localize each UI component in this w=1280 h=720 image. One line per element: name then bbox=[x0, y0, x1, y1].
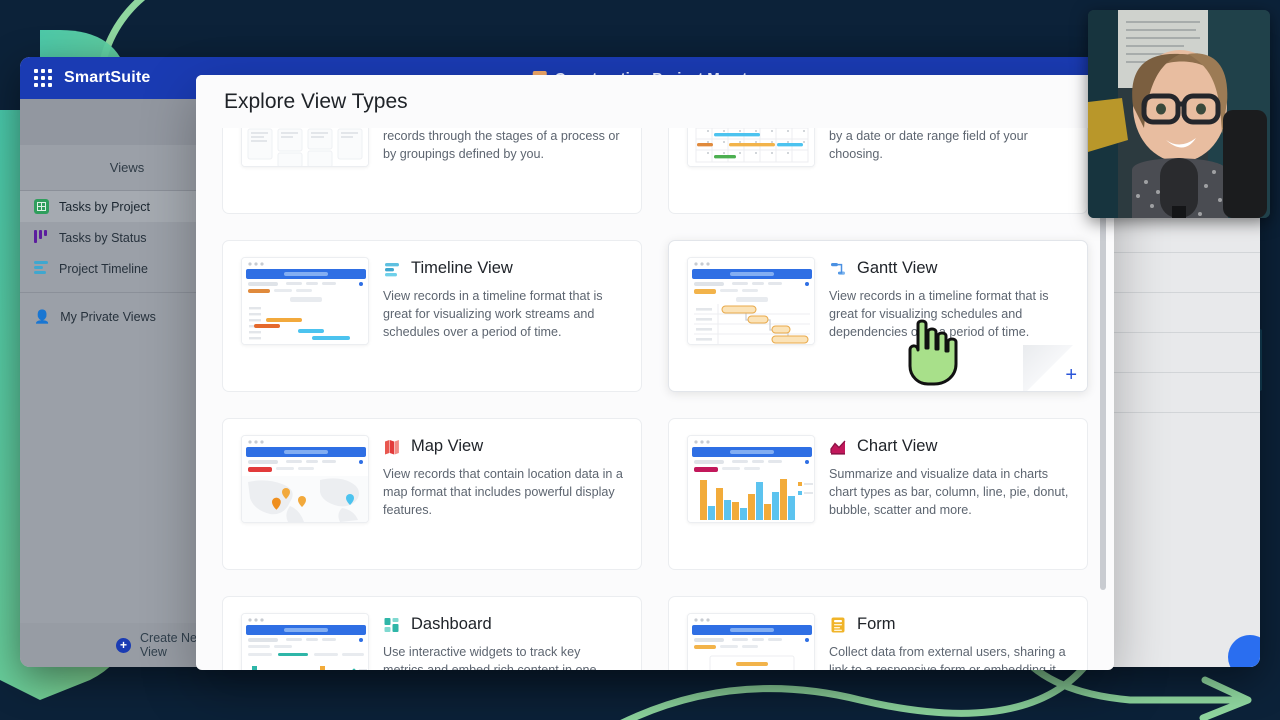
thumbnail-svg bbox=[242, 614, 368, 670]
kanban-thumbnail bbox=[241, 128, 369, 167]
view-type-card-kanban[interactable]: Kanban ViewKanban views are great for tr… bbox=[222, 128, 642, 214]
view-type-title: Timeline View bbox=[411, 259, 513, 277]
view-type-card-form[interactable]: Form Collect data from external users, sh… bbox=[668, 596, 1088, 670]
explore-view-types-modal: Explore View Types Kanban ViewKanban vie… bbox=[196, 75, 1114, 670]
modal-scroll-area[interactable]: Kanban ViewKanban views are great for tr… bbox=[196, 128, 1114, 670]
timeline-view-icon bbox=[34, 261, 49, 276]
view-type-card-grid: Kanban ViewKanban views are great for tr… bbox=[222, 128, 1088, 670]
view-type-card-dashboard[interactable]: Dashboard Use interactive widgets to trac… bbox=[222, 596, 642, 670]
view-type-description: Use interactive widgets to track key met… bbox=[383, 645, 597, 670]
view-type-card-timeline[interactable]: Timeline View View records in a timeline … bbox=[222, 240, 642, 392]
view-type-description: Collect data from external users, sharin… bbox=[829, 645, 1066, 670]
sidebar-item-label: Project Timeline bbox=[59, 261, 148, 276]
view-type-description: View records in a calendar format, sorte… bbox=[829, 128, 1028, 161]
thumbnail-svg bbox=[688, 258, 814, 344]
view-type-title: Dashboard bbox=[411, 615, 492, 633]
thumbnail-svg bbox=[242, 436, 368, 522]
map-thumbnail bbox=[241, 435, 369, 523]
grid-view-icon bbox=[34, 199, 49, 214]
thumbnail-svg bbox=[242, 258, 368, 344]
vertical-scrollbar[interactable] bbox=[1100, 200, 1106, 590]
form-thumbnail bbox=[687, 613, 815, 670]
timeline-thumbnail bbox=[241, 257, 369, 345]
view-type-title: Map View bbox=[411, 437, 484, 455]
add-view-button[interactable]: + bbox=[1023, 345, 1087, 391]
timeline-view-icon bbox=[383, 260, 401, 278]
thumbnail-svg bbox=[242, 128, 368, 166]
presenter-webcam-overlay bbox=[1088, 10, 1270, 218]
dashboard-view-icon bbox=[383, 616, 401, 634]
gantt-view-icon bbox=[829, 260, 847, 278]
brand-label: SmartSuite bbox=[64, 69, 151, 86]
add-record-fab[interactable] bbox=[1228, 635, 1260, 667]
map-view-icon bbox=[383, 438, 401, 456]
thumbnail-svg bbox=[688, 614, 814, 670]
view-type-title: Form bbox=[857, 615, 896, 633]
thumbnail-svg bbox=[688, 128, 814, 166]
plus-circle-icon: + bbox=[116, 637, 131, 653]
sidebar-item-label: My Private Views bbox=[60, 309, 156, 324]
app-grid-icon[interactable] bbox=[34, 69, 52, 87]
sidebar-item-label: Tasks by Project bbox=[59, 199, 151, 214]
view-type-description: Summarize and visualize data in charts c… bbox=[829, 467, 1069, 517]
view-type-card-map[interactable]: Map View View records that contain locati… bbox=[222, 418, 642, 570]
view-type-description: View records in a timeline format that i… bbox=[829, 289, 1049, 339]
calendar-thumbnail bbox=[687, 128, 815, 167]
view-type-card-gantt[interactable]: Gantt View View records in a timeline for… bbox=[668, 240, 1088, 392]
view-type-title: Gantt View bbox=[857, 259, 938, 277]
page-title: Explore View Types bbox=[224, 89, 408, 113]
view-type-description: View records that contain location data … bbox=[383, 467, 623, 517]
person-icon: 👤 bbox=[34, 308, 51, 324]
view-type-description: Kanban views are great for tracking reco… bbox=[383, 128, 620, 161]
form-view-icon bbox=[829, 616, 847, 634]
chart-thumbnail bbox=[687, 435, 815, 523]
gantt-thumbnail bbox=[687, 257, 815, 345]
kanban-view-icon bbox=[34, 230, 49, 245]
view-type-card-calendar[interactable]: Calendar ViewView records in a calendar … bbox=[668, 128, 1088, 214]
sidebar-item-label: Tasks by Status bbox=[59, 230, 147, 245]
view-type-card-chart[interactable]: Chart View Summarize and visualize data i… bbox=[668, 418, 1088, 570]
modal-header: Explore View Types bbox=[196, 75, 1114, 128]
thumbnail-svg bbox=[688, 436, 814, 522]
dashboard-thumbnail bbox=[241, 613, 369, 670]
chart-view-icon bbox=[829, 438, 847, 456]
view-type-title: Chart View bbox=[857, 437, 938, 455]
view-type-description: View records in a timeline format that i… bbox=[383, 289, 603, 339]
